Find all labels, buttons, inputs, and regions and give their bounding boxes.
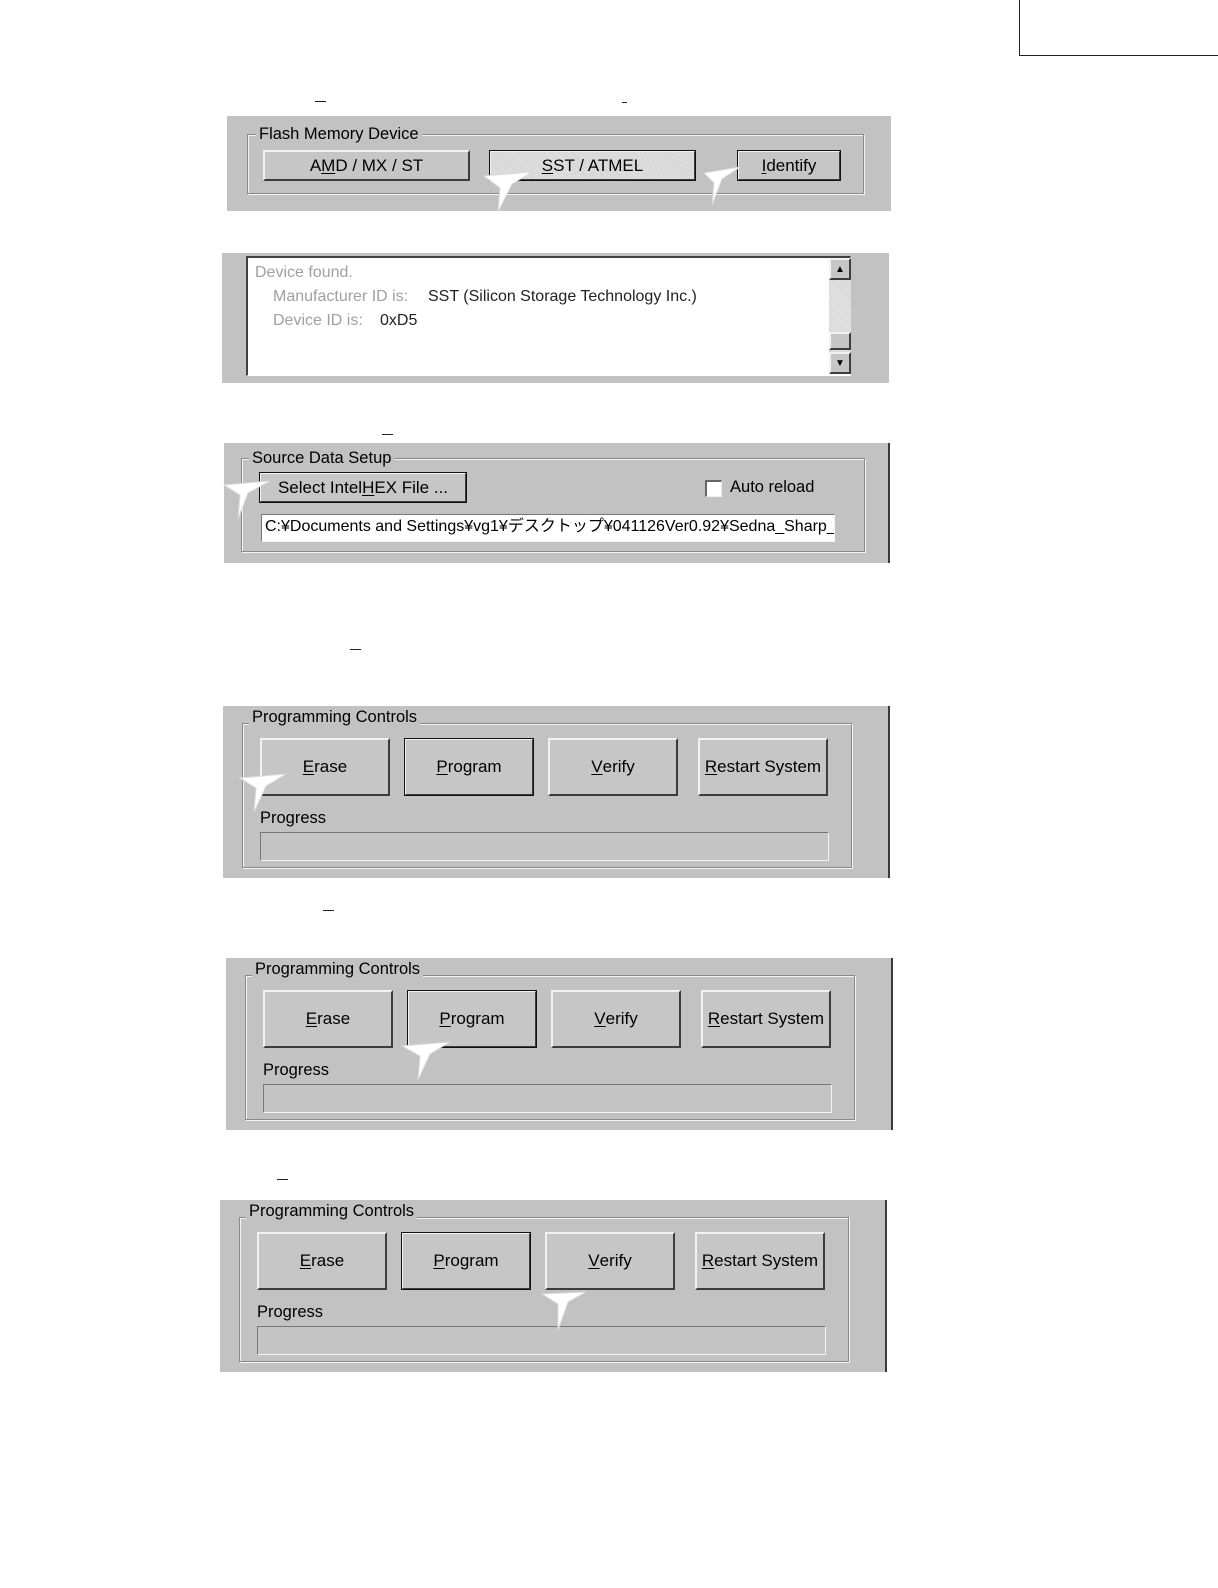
btn-accel-key: V (591, 757, 603, 776)
btn-text: EX File ... (374, 477, 449, 497)
btn-text: D / MX / ST (335, 155, 424, 175)
programming-panel-program: Programming Controls Erase Program Verif… (226, 958, 893, 1130)
auto-reload-checkbox[interactable] (705, 480, 722, 497)
log-line-found: Device found. (255, 264, 353, 281)
program-button[interactable]: Program (407, 990, 537, 1048)
btn-accel-key: E (305, 1009, 318, 1028)
mark-line (350, 649, 361, 650)
btn-text: erify (602, 757, 635, 776)
program-button[interactable]: Program (401, 1232, 531, 1290)
programming-panel-erase: Programming Controls Erase Program Verif… (223, 706, 890, 878)
btn-accel-key: V (594, 1009, 606, 1028)
scroll-thumb[interactable] (829, 332, 851, 350)
restart-system-button[interactable]: Restart System (701, 990, 831, 1048)
progress-label: Progress (263, 1061, 330, 1079)
btn-text: rase (317, 1009, 351, 1028)
select-hex-file-button[interactable]: Select Intel H EX File ... (259, 472, 467, 503)
btn-accel-key: P (433, 1251, 445, 1270)
btn-text: estart System (720, 1009, 825, 1028)
auto-reload-label[interactable]: Auto reload (730, 478, 814, 497)
identify-button[interactable]: Identify (737, 150, 841, 181)
programming-legend: Programming Controls (246, 1202, 418, 1220)
erase-button[interactable]: Erase (260, 738, 390, 796)
btn-accel-key: E (299, 1251, 312, 1270)
device-id-value: 0xD5 (380, 312, 418, 329)
restart-system-button[interactable]: Restart System (695, 1232, 825, 1290)
btn-accel-key: R (707, 1009, 721, 1028)
source-setup-panel: Source Data Setup Select Intel H EX File … (224, 443, 890, 563)
btn-accel-key: S (541, 155, 554, 175)
flash-memory-legend: Flash Memory Device (256, 125, 422, 143)
erase-button[interactable]: Erase (257, 1232, 387, 1290)
device-id-label: Device ID is: (273, 312, 363, 329)
btn-text: dentify (766, 155, 817, 175)
btn-text: rase (311, 1251, 345, 1270)
mark-line (277, 1179, 288, 1180)
btn-text: rogram (444, 1251, 499, 1270)
btn-text: ST / ATMEL (553, 155, 644, 175)
programming-legend: Programming Controls (249, 708, 421, 726)
restart-system-button[interactable]: Restart System (698, 738, 828, 796)
mark-line (323, 910, 334, 911)
source-setup-legend: Source Data Setup (249, 449, 395, 467)
verify-button[interactable]: Verify (545, 1232, 675, 1290)
btn-text: Select Intel (277, 477, 363, 497)
amd-mx-st-button[interactable]: AMD / MX / ST (263, 150, 470, 181)
btn-accel-key: R (704, 757, 718, 776)
mark-line (622, 102, 627, 103)
btn-accel-key: M (321, 155, 336, 175)
manufacturer-value: SST (Silicon Storage Technology Inc.) (428, 288, 697, 305)
verify-button[interactable]: Verify (548, 738, 678, 796)
log-panel: Device found. Manufacturer ID is: SST (S… (222, 253, 889, 383)
hex-file-path-field[interactable]: C:¥Documents and Settings¥vg1¥デスクトップ¥041… (261, 514, 835, 542)
btn-text: A (309, 155, 322, 175)
btn-accel-key: P (436, 757, 448, 776)
progress-label: Progress (260, 809, 327, 827)
programming-panel-verify: Programming Controls Erase Program Verif… (220, 1200, 887, 1372)
btn-accel-key: E (302, 757, 315, 776)
mark-line (382, 434, 393, 435)
btn-accel-key: H (362, 477, 375, 497)
btn-text: estart System (717, 757, 822, 776)
scroll-up-arrow-icon[interactable]: ▲ (829, 258, 851, 280)
progress-label: Progress (257, 1303, 324, 1321)
program-button[interactable]: Program (404, 738, 534, 796)
progress-bar (260, 832, 829, 861)
btn-text: rase (314, 757, 348, 776)
btn-accel-key: R (701, 1251, 715, 1270)
verify-button[interactable]: Verify (551, 990, 681, 1048)
progress-bar (257, 1326, 826, 1355)
programming-legend: Programming Controls (252, 960, 424, 978)
device-log: Device found. Manufacturer ID is: SST (S… (246, 256, 851, 376)
flash-memory-panel: Flash Memory Device AMD / MX / ST S ST / … (227, 116, 891, 211)
btn-text: rogram (450, 1009, 505, 1028)
scroll-down-arrow-icon[interactable]: ▼ (829, 352, 851, 374)
erase-button[interactable]: Erase (263, 990, 393, 1048)
label-text: uto reload (741, 478, 815, 496)
btn-accel-key: V (588, 1251, 600, 1270)
sst-atmel-button[interactable]: S ST / ATMEL (489, 150, 696, 181)
page-corner-box (1019, 0, 1218, 56)
progress-bar (263, 1084, 832, 1113)
btn-text: erify (605, 1009, 638, 1028)
btn-text: rogram (447, 757, 502, 776)
btn-accel-key: P (439, 1009, 451, 1028)
btn-text: erify (599, 1251, 632, 1270)
btn-text: estart System (714, 1251, 819, 1270)
label-accel-key: A (730, 478, 742, 496)
mark-line (315, 101, 326, 102)
manufacturer-label: Manufacturer ID is: (273, 288, 409, 305)
